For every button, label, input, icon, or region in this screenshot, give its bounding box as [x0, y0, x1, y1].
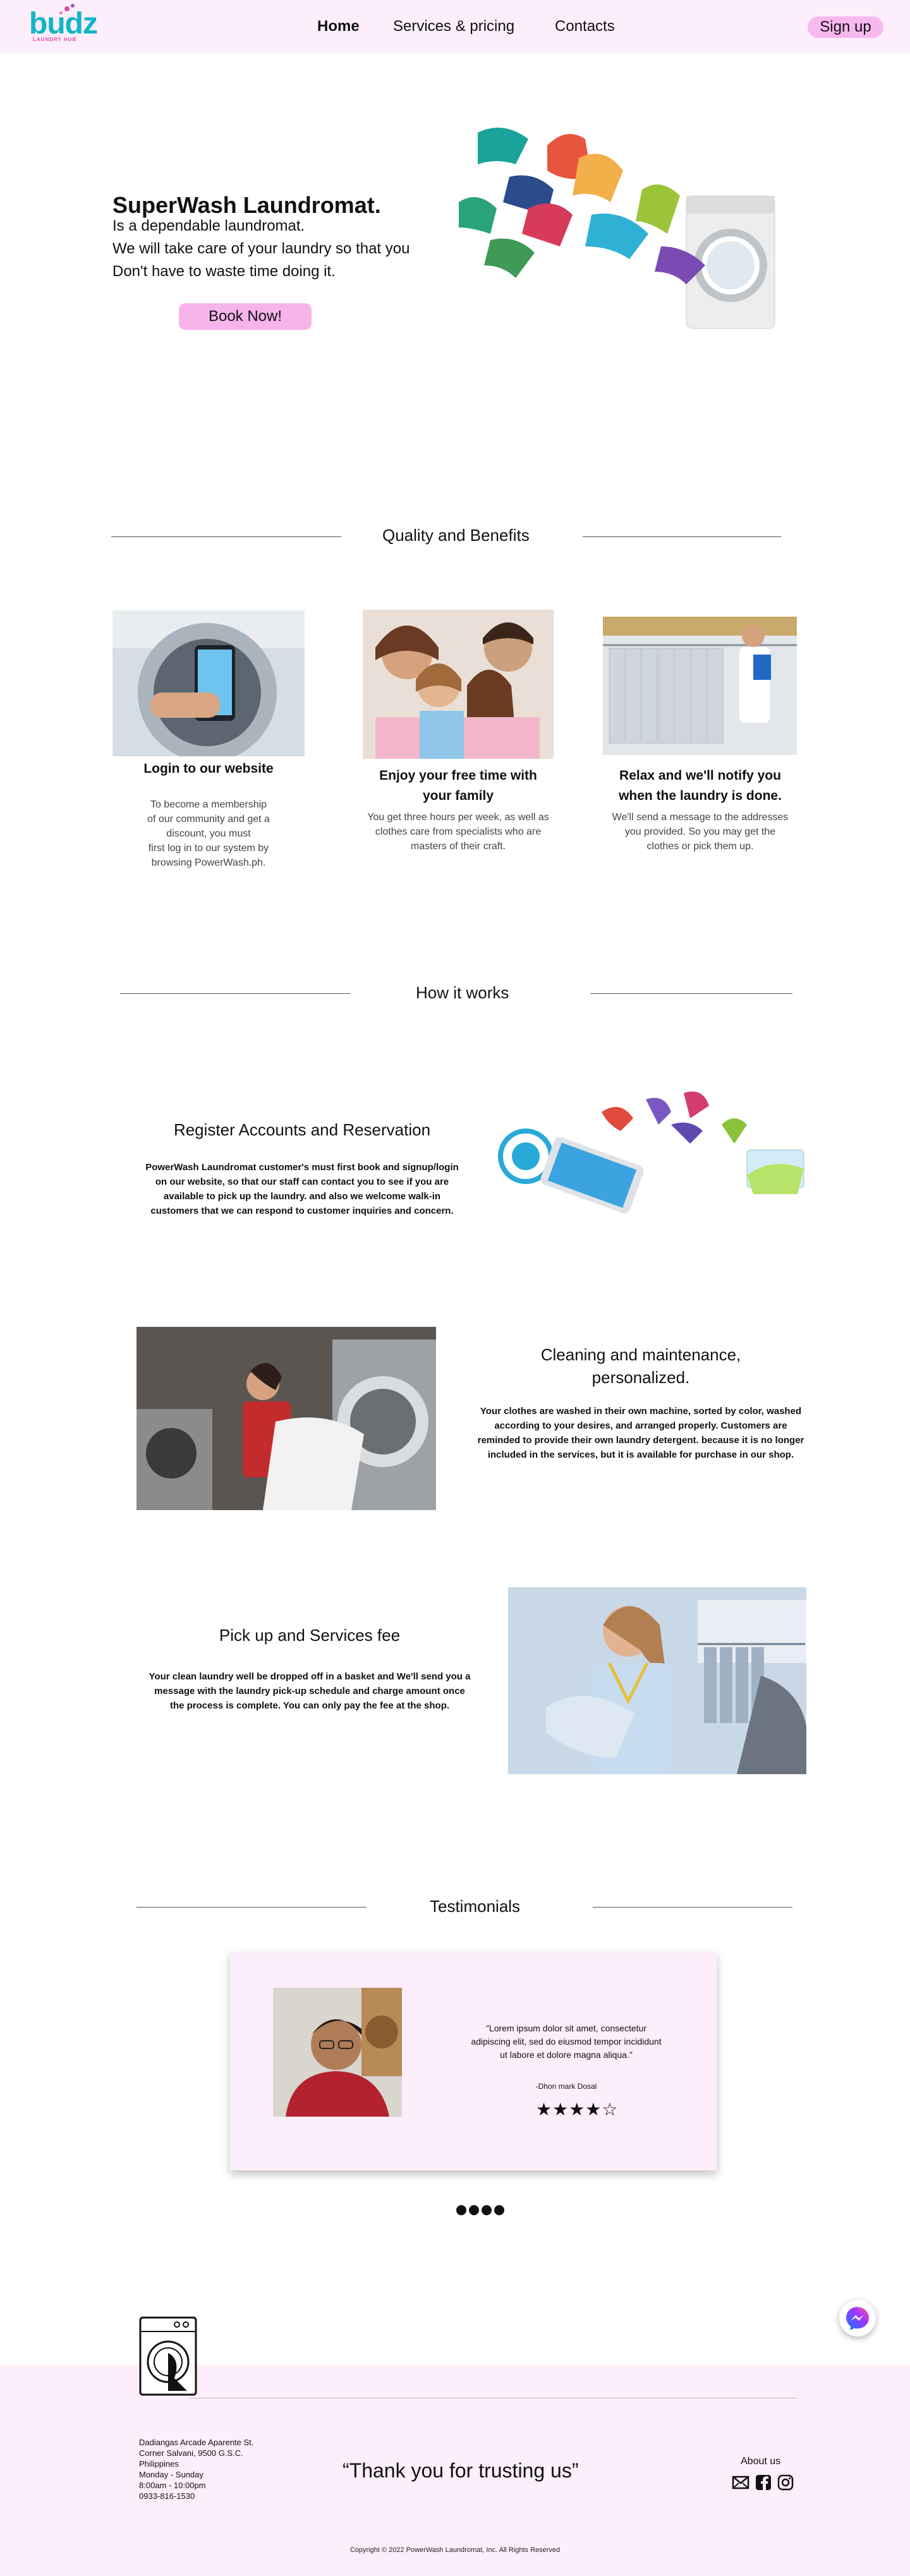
testimonial-quote: "Lorem ipsum dolor sit amet, consectetur…	[471, 2023, 662, 2060]
section-heading-testimonials: Testimonials	[430, 1897, 521, 1916]
card-title-notify: Relax and we'll notify you when the laun…	[619, 768, 782, 803]
budz-logo[interactable]: budz LAUNDRY HUB	[29, 4, 99, 44]
heading-rule-left	[111, 536, 341, 537]
card-title-login: Login to our website	[143, 761, 274, 776]
family-photo	[363, 610, 554, 759]
step-text-pickup: Your clean laundry well be dropped off i…	[149, 1671, 471, 1711]
section-heading-how-it-works: How it works	[416, 983, 509, 1002]
about-us-link[interactable]: About us	[741, 2456, 780, 2467]
testimonial-author: -Dhon mark Dosal	[535, 2082, 597, 2091]
card-text-family: You get three hours per week, as well as…	[367, 812, 549, 852]
dry-cleaning-rack-photo	[603, 617, 797, 755]
app-laundry-illustration	[498, 1091, 804, 1214]
hero-title: SuperWash Laundromat.	[112, 192, 381, 218]
hero-tagline-line: We will take care of your laundry so tha…	[112, 240, 410, 257]
step-text-register: PowerWash Laundromat customer's must fir…	[145, 1162, 459, 1216]
instagram-icon[interactable]	[777, 2474, 794, 2491]
step-title-register: Register Accounts and Reservation	[173, 1120, 431, 1139]
heading-rule-left	[120, 993, 350, 994]
heading-rule-right	[590, 993, 792, 994]
nav-link-contacts[interactable]: Contacts	[555, 18, 615, 35]
hero-laundry-illustration	[459, 128, 775, 329]
step-title-pickup: Pick up and Services fee	[219, 1626, 401, 1645]
carousel-dot-2[interactable]	[469, 2205, 479, 2215]
heading-rule-right	[583, 536, 781, 537]
card-text-notify: We'll send a message to the addresses yo…	[612, 812, 789, 852]
washer-sketch-icon	[139, 2316, 197, 2396]
phone-washer-photo	[112, 610, 305, 756]
woman-loading-washer-photo	[136, 1327, 436, 1510]
footer-thank-you: “Thank you for trusting us”	[343, 2459, 579, 2482]
step-text-cleaning: Your clothes are washed in their own mac…	[477, 1406, 804, 1460]
footer-address: Dadiangas Arcade Aparente St. Corner Sal…	[139, 2438, 254, 2501]
copyright-text: Copyright © 2022 PowerWash Laundromat, I…	[349, 2546, 561, 2554]
carousel-dot-3[interactable]	[482, 2205, 492, 2215]
book-now-button[interactable]: Book Now!	[179, 303, 312, 330]
section-heading-quality: Quality and Benefits	[382, 526, 530, 545]
reviewer-photo	[273, 1988, 402, 2117]
hero-tagline-line: Don't have to waste time doing it.	[112, 263, 336, 280]
nav-link-services-pricing[interactable]: Services & pricing	[393, 18, 514, 35]
nav-link-home[interactable]: Home	[317, 18, 360, 35]
heading-rule-right	[593, 1907, 792, 1908]
heading-rule-left	[136, 1907, 367, 1908]
carousel-dot-1[interactable]	[456, 2205, 466, 2215]
messenger-icon	[846, 2307, 869, 2330]
signup-button[interactable]: Sign up	[808, 16, 883, 38]
card-title-family: Enjoy your free time with your family	[379, 768, 537, 803]
logo-wordmark: budz	[29, 7, 98, 40]
messenger-chat-button[interactable]	[839, 2300, 876, 2337]
rating-stars: ★★★★☆	[536, 2099, 619, 2120]
step-title-cleaning: Cleaning and maintenance, personalized.	[540, 1345, 741, 1387]
mail-icon[interactable]	[732, 2474, 749, 2491]
facebook-icon[interactable]	[755, 2474, 772, 2491]
top-navbar: budz LAUNDRY HUB Home Services & pricing…	[0, 0, 910, 53]
card-text-login: To become a membership of our community …	[147, 799, 270, 868]
carousel-dot-4[interactable]	[494, 2205, 504, 2215]
customer-pickup-photo	[508, 1587, 806, 1774]
logo-tagline: LAUNDRY HUB	[33, 37, 77, 42]
hero-tagline-line: Is a dependable laundromat.	[112, 217, 305, 234]
